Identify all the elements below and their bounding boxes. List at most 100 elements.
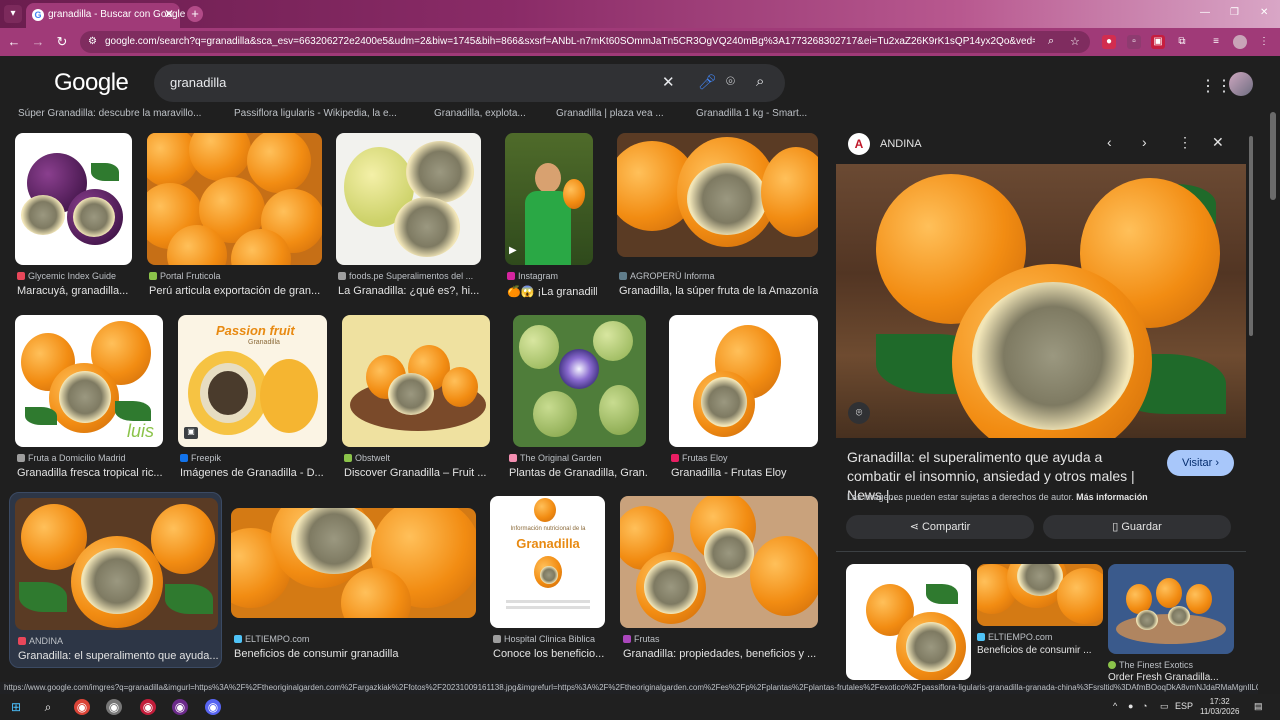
address-bar[interactable]: ⚙ google.com/search?q=granadilla&sca_esv…: [80, 31, 1090, 53]
result-caption[interactable]: Granadilla fresca tropical ric...: [17, 467, 163, 479]
result-caption[interactable]: Granadilla - Frutas Eloy: [671, 467, 818, 479]
image-result[interactable]: luis Fruta a Domicilio Madrid Granadilla…: [15, 315, 163, 485]
result-thumbnail[interactable]: [15, 498, 218, 630]
prev-caption[interactable]: Passiflora ligularis - Wikipedia, la e..…: [234, 108, 397, 119]
prev-caption[interactable]: Granadilla | plaza vea ...: [556, 108, 664, 119]
extension-icon[interactable]: ▫: [1127, 35, 1141, 49]
result-caption[interactable]: Granadilla: el superalimento que ayuda..…: [18, 650, 218, 662]
page-scroll-thumb[interactable]: [1270, 112, 1276, 200]
image-result[interactable]: Passion fruit Granadilla ▣ Freepik Imáge…: [178, 315, 327, 485]
bookmark-star-icon[interactable]: ☆: [1070, 35, 1080, 48]
image-result[interactable]: Obstwelt Discover Granadilla – Fruit ...: [342, 315, 490, 485]
image-result[interactable]: ▶ Instagram 🍊😱 ¡La granadill...: [505, 133, 597, 303]
search-taskbar-icon[interactable]: ⌕: [40, 699, 56, 715]
prev-caption[interactable]: Granadilla, explota...: [434, 108, 526, 119]
previous-image-icon[interactable]: ‹: [1107, 134, 1112, 150]
result-thumbnail[interactable]: [513, 315, 646, 447]
google-logo[interactable]: Google: [54, 69, 129, 97]
extensions-puzzle-icon[interactable]: ⧉: [1175, 35, 1189, 49]
extension-red-icon[interactable]: ●: [1102, 35, 1116, 49]
maximize-icon[interactable]: ❐: [1230, 7, 1239, 18]
result-thumbnail[interactable]: [336, 133, 481, 265]
app-red-icon[interactable]: ◉: [140, 699, 156, 715]
save-button[interactable]: ▯ Guardar: [1043, 515, 1231, 539]
related-thumbnail[interactable]: [977, 564, 1103, 626]
result-caption[interactable]: Beneficios de consumir granadilla: [234, 648, 476, 660]
app-icon[interactable]: ◉: [106, 699, 122, 715]
result-thumbnail[interactable]: [620, 496, 818, 628]
result-thumbnail[interactable]: Passion fruit Granadilla ▣: [178, 315, 327, 447]
browser-tab[interactable]: G granadilla - Buscar con Google ✕: [26, 3, 185, 28]
chrome-icon[interactable]: ◉: [74, 699, 90, 715]
result-thumbnail[interactable]: luis: [15, 315, 163, 447]
back-icon[interactable]: ←: [6, 34, 22, 49]
windows-start-icon[interactable]: ⊞: [8, 699, 24, 715]
result-caption[interactable]: Discover Granadilla – Fruit ...: [344, 467, 490, 479]
image-result[interactable]: Glycemic Index Guide Maracuyá, granadill…: [15, 133, 132, 303]
image-result[interactable]: ELTIEMPO.com Beneficios de consumir gran…: [231, 496, 476, 666]
image-result[interactable]: Frutas Eloy Granadilla - Frutas Eloy: [669, 315, 818, 485]
prev-caption[interactable]: Súper Granadilla: descubre la maravillo.…: [18, 108, 201, 119]
system-clock[interactable]: 17:32 11/03/2026: [1200, 697, 1239, 717]
result-thumbnail[interactable]: [669, 315, 818, 447]
related-thumbnail[interactable]: [846, 564, 971, 680]
extension-pdf-icon[interactable]: ▣: [1151, 35, 1165, 49]
lens-icon[interactable]: ⌾: [726, 73, 735, 90]
result-thumbnail[interactable]: [15, 133, 132, 265]
result-caption[interactable]: Perú articula exportación de gran...: [149, 285, 322, 297]
new-tab-button[interactable]: +: [187, 6, 203, 22]
result-thumbnail[interactable]: [617, 133, 818, 257]
account-avatar[interactable]: [1229, 72, 1253, 96]
url-text[interactable]: google.com/search?q=granadilla&sca_esv=6…: [105, 36, 1035, 47]
discord-icon[interactable]: ◉: [205, 699, 221, 715]
minimize-icon[interactable]: —: [1200, 7, 1210, 18]
more-options-icon[interactable]: ⋮: [1178, 134, 1192, 151]
visit-button[interactable]: Visitar ›: [1167, 450, 1234, 476]
result-thumbnail[interactable]: [147, 133, 322, 265]
close-panel-icon[interactable]: ✕: [1212, 134, 1224, 151]
google-apps-icon[interactable]: ⋮⋮: [1200, 76, 1232, 96]
battery-icon[interactable]: ▭: [1160, 701, 1169, 712]
more-info-link[interactable]: Más información: [1076, 492, 1148, 502]
profile-icon[interactable]: [1233, 35, 1247, 49]
language-indicator[interactable]: ESP: [1175, 701, 1193, 711]
result-caption[interactable]: La Granadilla: ¿qué es?, hi...: [338, 285, 481, 297]
related-caption[interactable]: Beneficios de consumir ...: [977, 645, 1103, 656]
tray-chevron-icon[interactable]: ^: [1113, 701, 1117, 711]
page-scrollbar[interactable]: [1269, 108, 1277, 680]
result-caption[interactable]: Conoce los beneficio...: [493, 648, 606, 660]
zoom-icon[interactable]: ⌕: [1048, 35, 1054, 48]
site-info-icon[interactable]: ⚙: [88, 36, 97, 47]
media-control-icon[interactable]: ≡: [1209, 35, 1223, 49]
prev-caption[interactable]: Granadilla 1 kg - Smart...: [696, 108, 807, 119]
search-icon[interactable]: ⌕: [756, 73, 764, 90]
image-result[interactable]: Portal Fruticola Perú articula exportaci…: [147, 133, 322, 303]
image-result-selected[interactable]: ANDINA Granadilla: el superalimento que …: [9, 492, 222, 668]
source-logo[interactable]: A: [848, 133, 870, 155]
result-caption[interactable]: Granadilla, la súper fruta de la Amazoní…: [619, 285, 818, 297]
search-box[interactable]: granadilla ✕ 🎤︎ ⌾ ⌕: [154, 64, 785, 102]
search-input[interactable]: granadilla: [170, 75, 226, 90]
browser-menu-icon[interactable]: ⋮: [1257, 35, 1271, 49]
image-result[interactable]: Frutas Granadilla: propiedades, benefici…: [620, 496, 818, 666]
notifications-icon[interactable]: ▤: [1254, 701, 1263, 712]
tab-search-button[interactable]: ▾: [4, 5, 22, 23]
result-caption[interactable]: Plantas de Granadilla, Gran...: [509, 467, 647, 479]
chrome-profile-icon[interactable]: ◉: [172, 699, 188, 715]
image-result[interactable]: Información nutricional de la Granadilla…: [490, 496, 606, 666]
result-thumbnail[interactable]: [231, 508, 476, 618]
forward-icon[interactable]: →: [30, 34, 46, 49]
voice-search-icon[interactable]: 🎤︎: [698, 73, 717, 91]
image-result[interactable]: AGROPERÚ Informa Granadilla, la súper fr…: [617, 133, 818, 303]
result-caption[interactable]: Maracuyá, granadilla...: [17, 285, 132, 297]
preview-image[interactable]: [836, 164, 1246, 438]
network-icon[interactable]: ◔: [1142, 701, 1147, 711]
result-thumbnail[interactable]: [342, 315, 490, 447]
reload-icon[interactable]: ↻: [54, 34, 70, 50]
window-close-icon[interactable]: ✕: [1260, 7, 1268, 18]
result-thumbnail[interactable]: ▶: [505, 133, 593, 265]
result-caption[interactable]: Imágenes de Granadilla - D...: [180, 467, 327, 479]
image-result[interactable]: foods.pe Superalimentos del ... La Grana…: [336, 133, 481, 303]
related-thumbnail[interactable]: [1108, 564, 1234, 654]
result-caption[interactable]: 🍊😱 ¡La granadill...: [507, 285, 597, 298]
